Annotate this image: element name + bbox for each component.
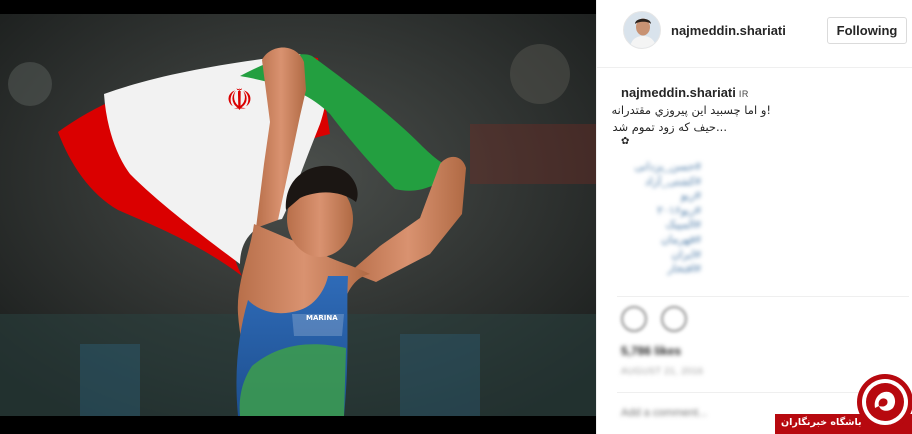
svg-text:☫: ☫: [226, 83, 253, 118]
hashtag-link[interactable]: #قهرمان: [621, 233, 701, 248]
comment-input[interactable]: [621, 405, 741, 421]
hashtag-link[interactable]: #ایران: [621, 248, 701, 263]
jersey-text: MARINA: [306, 314, 338, 322]
avatar[interactable]: [623, 11, 661, 49]
watermark: باشگاه خبرنگاران: [775, 372, 912, 434]
hashtag-list: #حسن_یزدانی #کشتی_آزاد #ریو #ریو۲۰۱۶ #ال…: [621, 160, 701, 277]
post-timestamp: AUGUST 21, 2016: [621, 366, 704, 376]
wrestler-with-flag-image: ☫ MARINA: [0, 14, 596, 416]
hashtag-link[interactable]: #افتخار: [621, 262, 701, 277]
watermark-label: باشگاه خبرنگاران: [781, 417, 862, 428]
profile-photo: [624, 12, 660, 48]
emblem-icon: [857, 374, 912, 430]
post-details-panel: najmeddin.shariati Following najmeddin.s…: [596, 0, 912, 434]
hashtag-link[interactable]: #حسن_یزدانی: [621, 160, 701, 175]
caption-username-link[interactable]: najmeddin.shariati: [621, 85, 736, 100]
caption-line-2: ...حیف که زود تموم شد: [612, 120, 727, 134]
hashtag-link[interactable]: #ریو۲۰۱۶: [621, 204, 701, 219]
caption: najmeddin.shariati IR !و اما چسبید این پی…: [611, 84, 901, 148]
divider: [617, 296, 909, 297]
caption-country-code: IR: [738, 89, 749, 99]
hashtag-link[interactable]: #ریو: [621, 189, 701, 204]
header-username-link[interactable]: najmeddin.shariati: [671, 23, 786, 38]
likes-count[interactable]: 5,786 likes: [621, 344, 681, 358]
comment-icon[interactable]: [661, 306, 687, 332]
hashtag-link[interactable]: #کشتی_آزاد: [621, 175, 701, 190]
post-photo[interactable]: ☫ MARINA: [0, 0, 596, 434]
flower-icon: ✿: [621, 136, 630, 147]
hashtag-link[interactable]: #المپیک: [621, 218, 701, 233]
following-button[interactable]: Following: [827, 17, 907, 44]
photo-frame: ☫ MARINA: [0, 14, 596, 416]
post-header: najmeddin.shariati Following: [597, 0, 912, 68]
caption-line-1: !و اما چسبید این پیروزي مقتدرانه: [611, 103, 771, 117]
heart-icon[interactable]: [621, 306, 647, 332]
